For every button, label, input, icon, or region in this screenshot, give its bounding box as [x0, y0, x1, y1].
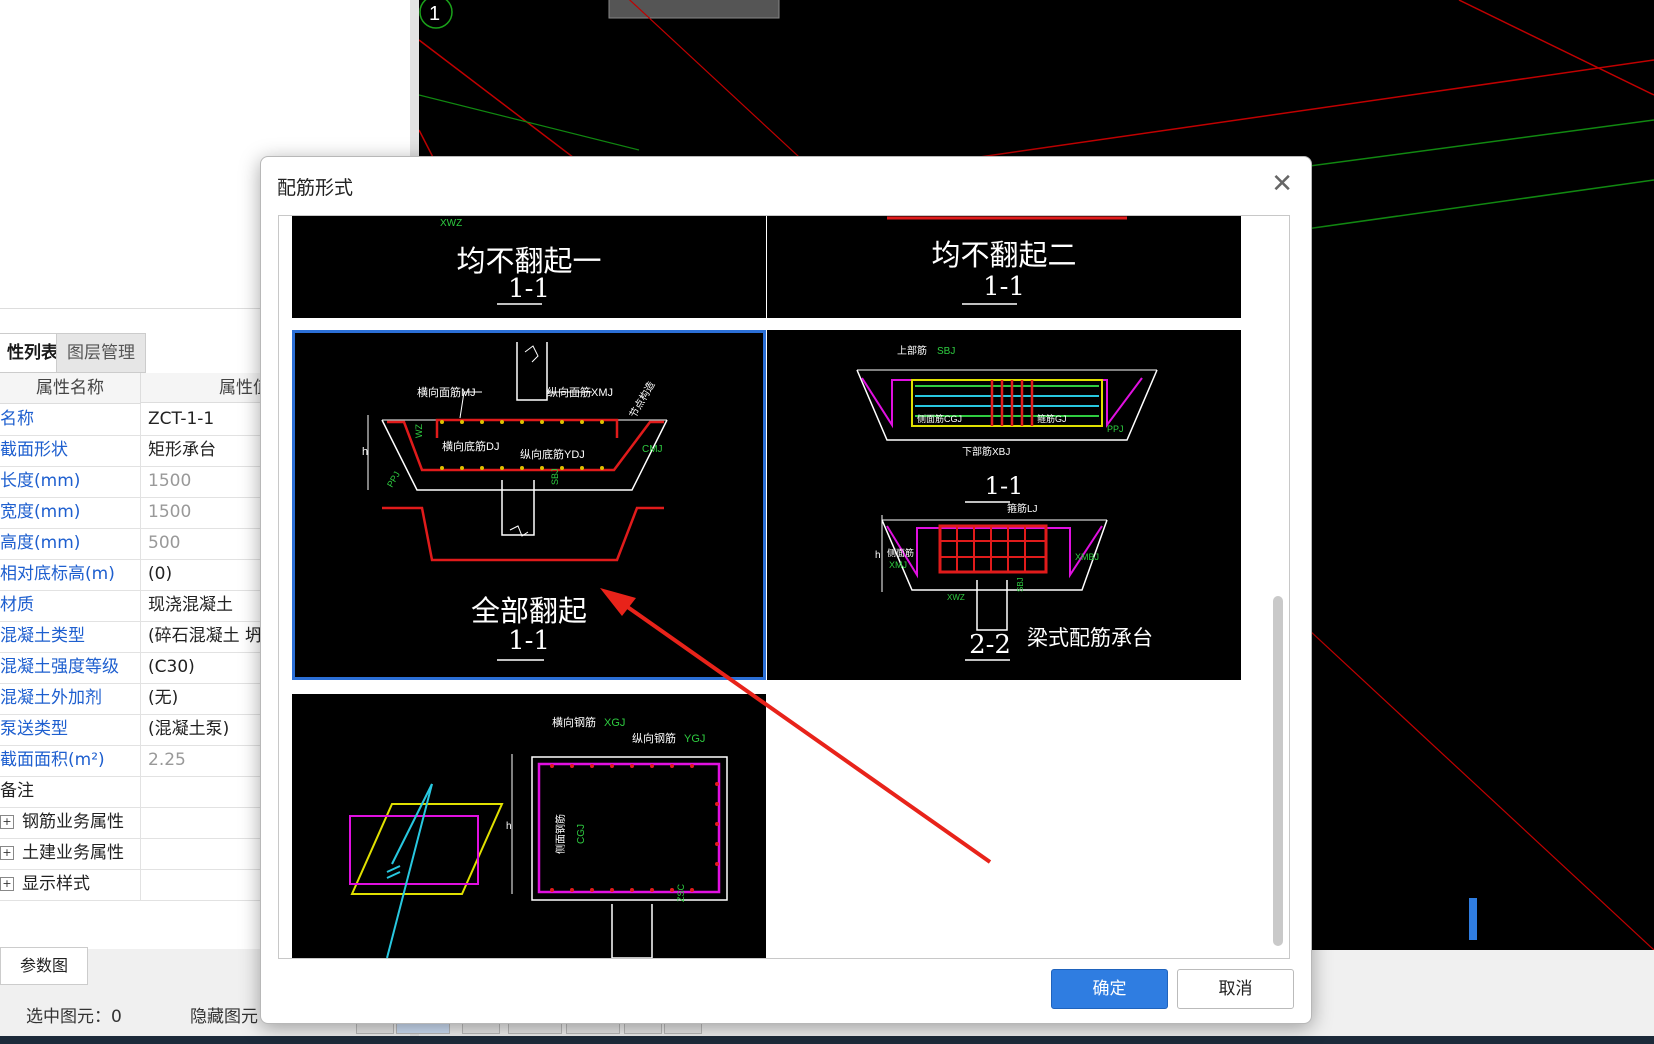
arrow-shaft: [610, 594, 992, 864]
arrow-head: [600, 588, 636, 616]
annotation-arrow: [600, 588, 992, 864]
